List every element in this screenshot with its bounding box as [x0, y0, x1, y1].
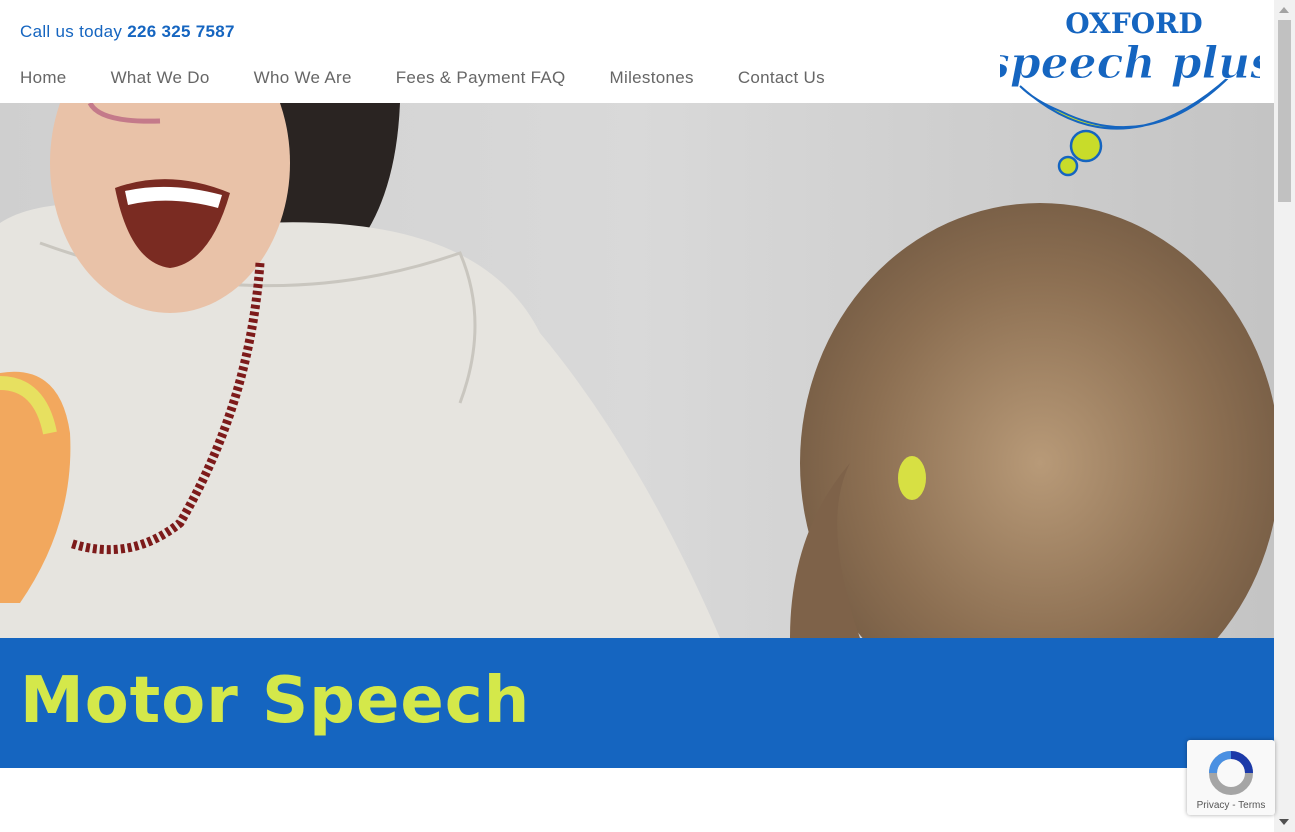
scroll-down-arrow-icon[interactable]	[1279, 819, 1289, 825]
recaptcha-icon	[1209, 751, 1253, 795]
page-title: Motor Speech	[20, 664, 531, 738]
nav-what-we-do[interactable]: What We Do	[111, 68, 210, 88]
scrollbar-thumb[interactable]	[1278, 20, 1291, 202]
nav-milestones[interactable]: Milestones	[610, 68, 694, 88]
main-nav: Home What We Do Who We Are Fees & Paymen…	[20, 68, 869, 88]
vertical-scrollbar[interactable]	[1274, 0, 1295, 832]
logo-speech-plus-text: speech plus	[1000, 38, 1260, 89]
recaptcha-links: Privacy - Terms	[1187, 800, 1275, 811]
nav-contact-us[interactable]: Contact Us	[738, 68, 825, 88]
page-title-banner: Motor Speech	[0, 638, 1274, 768]
site-logo[interactable]: OXFORD speech plus	[1000, 6, 1260, 186]
nav-who-we-are[interactable]: Who We Are	[254, 68, 352, 88]
recaptcha-separator: -	[1229, 800, 1239, 811]
recaptcha-privacy-link[interactable]: Privacy	[1197, 800, 1230, 811]
phone-number-link[interactable]: 226 325 7587	[127, 22, 235, 41]
phone-prefix: Call us today	[20, 22, 123, 41]
recaptcha-terms-link[interactable]: Terms	[1238, 800, 1265, 811]
recaptcha-badge[interactable]: Privacy - Terms	[1187, 740, 1275, 815]
logo-bubble-large	[1069, 129, 1103, 163]
nav-home[interactable]: Home	[20, 68, 67, 88]
logo-oxford-text: OXFORD	[1065, 7, 1202, 40]
scroll-up-arrow-icon[interactable]	[1279, 7, 1289, 13]
nav-fees-payment-faq[interactable]: Fees & Payment FAQ	[396, 68, 566, 88]
phone-line: Call us today 226 325 7587	[20, 22, 235, 42]
logo-bubble-small	[1057, 155, 1079, 177]
